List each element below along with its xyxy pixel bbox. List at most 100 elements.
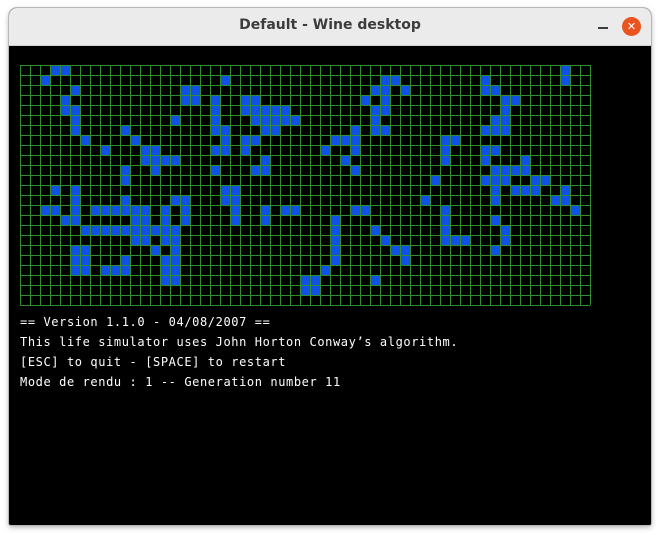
live-cell [140,235,150,245]
live-cell [60,215,70,225]
live-cell [80,135,90,145]
live-cell [390,75,400,85]
live-cell [100,265,110,275]
live-cell [120,125,130,135]
live-cell [160,275,170,285]
live-cell [370,225,380,235]
live-cell [500,105,510,115]
live-cell [340,155,350,165]
life-grid [20,65,591,306]
live-cell [440,235,450,245]
live-cell [260,205,270,215]
live-cell [80,225,90,235]
window-title: Default - Wine desktop [239,17,421,33]
live-cell [60,65,70,75]
live-cell [480,85,490,95]
title-bar[interactable]: Default - Wine desktop ✕ [9,8,651,46]
live-cell [70,205,80,215]
live-cell [520,185,530,195]
description-text: This life simulator uses John Horton Con… [20,335,459,349]
close-icon: ✕ [626,20,637,33]
live-cell [350,145,360,155]
live-cell [310,275,320,285]
live-cell [520,165,530,175]
live-cell [180,215,190,225]
live-cell [150,145,160,155]
live-cell [350,165,360,175]
live-cell [230,215,240,225]
live-cell [170,245,180,255]
live-cell [110,205,120,215]
live-cell [160,205,170,215]
live-cell [490,115,500,125]
live-cell [400,245,410,255]
controls-text: [ESC] to quit - [SPACE] to restart [20,355,287,369]
live-cell [330,215,340,225]
live-cell [170,235,180,245]
live-cell [130,215,140,225]
live-cell [520,155,530,165]
live-cell [320,265,330,275]
live-cell [60,95,70,105]
live-cell [560,185,570,195]
live-cell [160,155,170,165]
live-cell [380,95,390,105]
live-cell [110,225,120,235]
live-cell [70,215,80,225]
live-cell [160,255,170,265]
live-cell [220,145,230,155]
live-cell [500,175,510,185]
live-cell [260,105,270,115]
live-cell [460,235,470,245]
live-cell [490,125,500,135]
live-cell [280,205,290,215]
live-cell [100,145,110,155]
live-cell [270,115,280,125]
live-cell [370,115,380,125]
live-cell [500,235,510,245]
live-cell [50,185,60,195]
live-cell [70,105,80,115]
close-button[interactable]: ✕ [622,17,641,36]
live-cell [570,205,580,215]
live-cell [270,105,280,115]
live-cell [260,115,270,125]
live-cell [490,165,500,175]
live-cell [370,85,380,95]
live-cell [170,265,180,275]
live-cell [450,135,460,145]
live-cell [120,225,130,235]
live-cell [240,145,250,155]
live-cell [530,185,540,195]
live-cell [480,145,490,155]
live-cell [120,265,130,275]
live-cell [540,175,550,185]
live-cell [150,245,160,255]
live-cell [90,225,100,235]
live-cell [120,255,130,265]
live-cell [60,105,70,115]
live-cell [250,115,260,125]
live-cell [330,255,340,265]
live-cell [350,135,360,145]
live-cell [510,185,520,195]
live-cell [240,105,250,115]
live-cell [120,195,130,205]
live-cell [40,205,50,215]
live-cell [130,235,140,245]
live-cell [300,285,310,295]
live-cell [140,145,150,155]
minimize-button[interactable] [594,18,612,36]
live-cell [420,195,430,205]
live-cell [210,105,220,115]
live-cell [290,205,300,215]
live-cell [210,95,220,105]
version-text: == Version 1.1.0 - 04/08/2007 == [20,315,271,329]
live-cell [500,165,510,175]
live-cell [110,265,120,275]
live-cell [80,245,90,255]
live-cell [170,275,180,285]
live-cell [250,105,260,115]
live-cell [370,105,380,115]
live-cell [490,195,500,205]
